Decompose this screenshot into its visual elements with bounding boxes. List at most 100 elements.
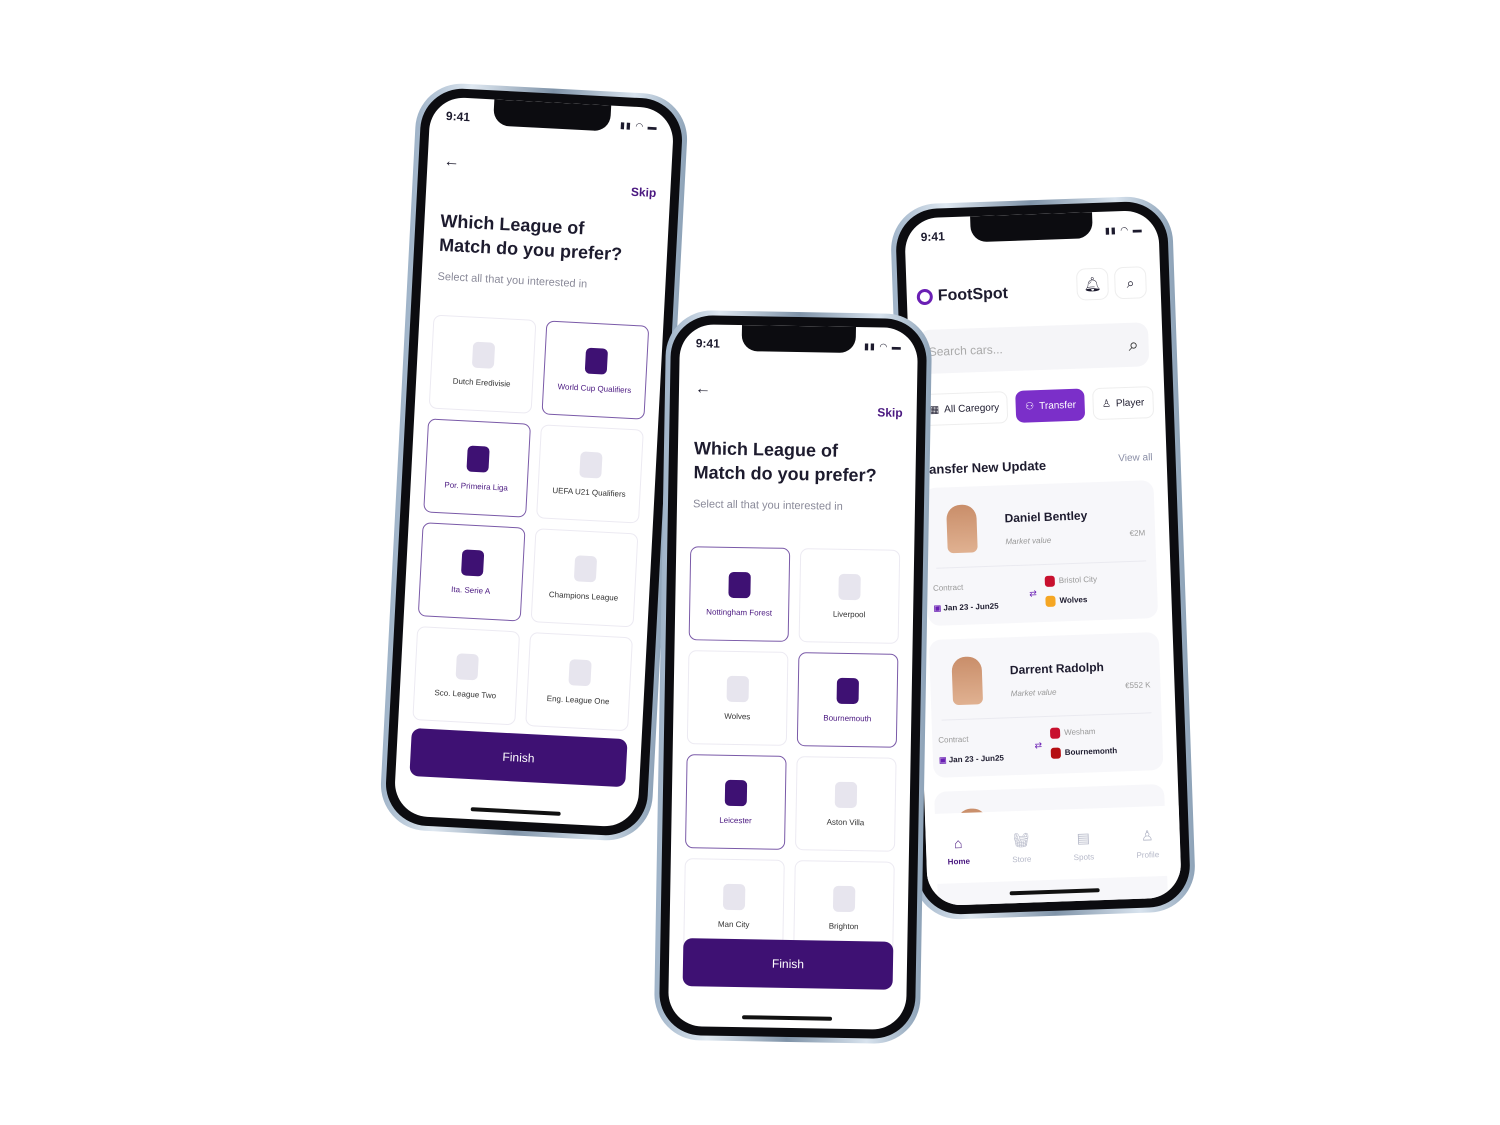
search-icon: ⌕ xyxy=(1128,334,1139,355)
back-arrow-icon[interactable]: ← xyxy=(443,153,460,172)
contract-label: Contract xyxy=(938,734,969,745)
search-button[interactable]: ⌕ xyxy=(1113,266,1147,300)
dates-text: Jan 23 - Jun25 xyxy=(948,753,1005,765)
to-club: Wolves xyxy=(1045,594,1088,607)
club-logo-icon xyxy=(567,658,592,686)
from-club-name: Bristol City xyxy=(1058,574,1098,586)
option-card[interactable]: Bournemouth xyxy=(796,652,899,748)
option-card[interactable]: Dutch Eredivisie xyxy=(428,314,537,414)
notification-button[interactable]: 🔔︎ xyxy=(1075,267,1110,301)
category-chips: ▦ All Caregory ⚇ Transfer ♙ Player xyxy=(920,386,1154,427)
club-logo-icon xyxy=(460,548,484,576)
nav-label: Store xyxy=(1012,854,1032,865)
option-label: Dutch Eredivisie xyxy=(452,376,511,389)
status-time: 9:41 xyxy=(695,336,720,351)
option-label: Man City xyxy=(717,919,750,929)
home-indicator xyxy=(470,807,561,816)
page-title: Which League of Match do you prefer? xyxy=(693,438,877,486)
club-crest-icon xyxy=(1050,747,1062,759)
option-card[interactable]: Wolves xyxy=(686,650,789,746)
option-card[interactable]: Nottingham Forest xyxy=(688,546,791,642)
back-arrow-icon[interactable]: ← xyxy=(695,380,711,398)
from-club: Wesham xyxy=(1049,726,1096,739)
search-icon: ⌕ xyxy=(1126,274,1135,291)
chip-player[interactable]: ♙ Player xyxy=(1092,386,1154,421)
option-card[interactable]: Aston Villa xyxy=(794,756,897,852)
finish-button[interactable]: Finish xyxy=(682,938,894,990)
option-label: Sco. League Two xyxy=(434,687,497,700)
search-input[interactable]: Search cars... ⌕ xyxy=(917,322,1150,375)
club-logo-icon xyxy=(471,341,495,369)
skip-button[interactable]: Skip xyxy=(631,185,657,200)
contract-dates: ▣ Jan 23 - Jun25 xyxy=(934,602,999,613)
club-logo-icon xyxy=(724,779,748,806)
option-label: Bournemouth xyxy=(823,713,872,723)
club-options-grid: Nottingham Forest Liverpool Wolves Bournemo… xyxy=(683,546,901,956)
status-time: 9:41 xyxy=(445,108,471,125)
market-value-label: Market value xyxy=(1005,535,1052,547)
chip-transfer[interactable]: ⚇ Transfer xyxy=(1015,388,1086,423)
skip-button[interactable]: Skip xyxy=(877,405,903,419)
to-club: Bournemonth xyxy=(1050,746,1118,759)
option-label: Por. Primeira Liga xyxy=(444,479,509,493)
bell-icon: 🔔︎ xyxy=(1083,275,1102,292)
phone-transfer-home: 9:41 ▮▮ ◠ ▬ FootSpot 🔔︎ ⌕ Search cars...… xyxy=(889,195,1197,921)
option-card[interactable]: UEFA U21 Qualifiers xyxy=(536,424,644,524)
club-logo-icon xyxy=(728,571,751,598)
nav-item-store[interactable]: 🧺︎ Store xyxy=(1011,832,1032,865)
contract-label: Contract xyxy=(932,582,964,593)
dates-text: Jan 23 - Jun25 xyxy=(943,601,999,613)
club-logo-icon xyxy=(836,677,859,704)
option-label: World Cup Qualifiers xyxy=(557,381,632,395)
nav-label: Home xyxy=(947,856,971,867)
club-logo-icon xyxy=(578,450,603,479)
club-logo-icon xyxy=(834,781,858,808)
home-indicator xyxy=(742,1015,833,1021)
notch xyxy=(741,325,857,354)
option-card[interactable]: Leicester xyxy=(684,754,787,850)
nav-label: Profile xyxy=(1136,850,1160,860)
status-time: 9:41 xyxy=(920,229,945,245)
club-logo-icon xyxy=(726,675,750,702)
club-logo-icon xyxy=(465,444,490,473)
status-icons: ▮▮ ◠ ▬ xyxy=(619,120,658,133)
transfer-card[interactable]: Darrent Radolph Market value €552 K Contrac… xyxy=(928,632,1164,778)
player-avatar xyxy=(951,656,984,706)
home-icon: ⌂ xyxy=(953,834,963,851)
contract-dates: ▣ Jan 23 - Jun25 xyxy=(939,753,1004,764)
option-card[interactable]: Liverpool xyxy=(798,548,901,644)
page-subtitle: Select all that you interested in xyxy=(692,498,843,513)
view-all-link[interactable]: View all xyxy=(1118,452,1153,464)
status-icons: ▮▮ ◠ ▬ xyxy=(1104,224,1143,236)
option-label: Champions League xyxy=(548,589,619,603)
transfer-card[interactable]: Daniel Bentley Market value €2M Contract ▣ J… xyxy=(923,480,1159,627)
divider xyxy=(936,560,1147,569)
option-card[interactable]: Champions League xyxy=(530,528,639,628)
market-value: €552 K xyxy=(1124,680,1151,691)
option-label: Liverpool xyxy=(832,609,866,619)
option-label: Leicester xyxy=(719,815,752,825)
page-title: Which League of Match do you prefer? xyxy=(438,210,623,265)
to-club-name: Wolves xyxy=(1059,595,1088,606)
option-card[interactable]: Eng. League One xyxy=(525,632,633,732)
option-label: Brighton xyxy=(828,921,859,931)
option-label: Eng. League One xyxy=(546,693,610,706)
finish-button[interactable]: Finish xyxy=(409,727,628,788)
nav-item-spots[interactable]: ▤ Spots xyxy=(1073,829,1095,863)
nav-item-profile[interactable]: ♙ Profile xyxy=(1136,827,1160,860)
chip-all-caregory[interactable]: ▦ All Caregory xyxy=(920,391,1009,427)
option-card[interactable]: Por. Primeira Liga xyxy=(423,418,531,518)
user-icon: ♙ xyxy=(1101,398,1112,410)
option-card[interactable]: World Cup Qualifiers xyxy=(541,320,650,420)
chip-label: Transfer xyxy=(1038,399,1077,412)
phone-league-select-left: 9:41 ▮▮ ◠ ▬ ← Skip Which League of Match… xyxy=(378,81,690,843)
option-card[interactable]: Ita. Serie A xyxy=(417,522,526,622)
section-title: Transfer New Update xyxy=(916,457,1047,478)
nav-item-home[interactable]: ⌂ Home xyxy=(947,834,971,867)
option-label: Nottingham Forest xyxy=(706,606,773,618)
option-label: UEFA U21 Qualifiers xyxy=(552,485,626,499)
player-avatar xyxy=(946,504,978,554)
transfer-arrows-icon: ⇄ xyxy=(1034,740,1043,751)
option-card[interactable]: Sco. League Two xyxy=(412,626,521,726)
club-crest-icon xyxy=(1045,595,1056,607)
